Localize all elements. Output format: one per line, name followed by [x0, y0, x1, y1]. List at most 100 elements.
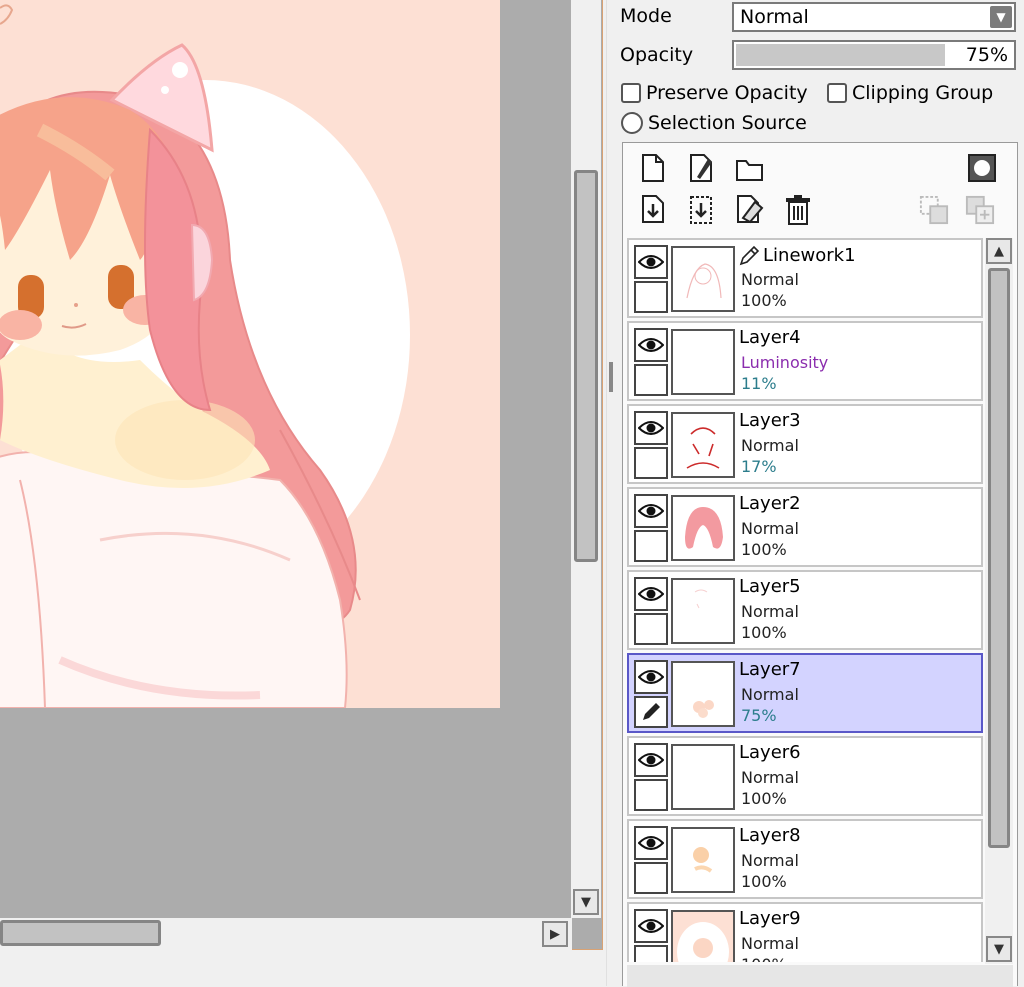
- visibility-toggle[interactable]: [634, 909, 668, 943]
- layer-list-frame: Linework1 Normal 100% Layer4 Luminosity 11% La…: [622, 142, 1018, 987]
- radio-circle[interactable]: [621, 112, 643, 134]
- visibility-toggle[interactable]: [634, 245, 668, 279]
- layer-thumbnail: [671, 910, 735, 962]
- eye-icon: [638, 836, 664, 850]
- clipping-group-checkbox[interactable]: Clipping Group: [827, 82, 993, 104]
- edit-target-toggle[interactable]: [634, 779, 668, 811]
- layer-row[interactable]: Layer9 Normal 100%: [627, 902, 983, 962]
- layer-name: Layer5: [739, 576, 801, 597]
- layer-opacity: 100%: [741, 291, 787, 310]
- layer-list-horizontal-scrollbar[interactable]: [627, 965, 1013, 987]
- canvas-horizontal-scroll-thumb[interactable]: [0, 920, 161, 946]
- layer-name-text: Layer6: [739, 742, 801, 763]
- edit-target-toggle[interactable]: [634, 945, 668, 962]
- edit-target-toggle[interactable]: [634, 447, 668, 479]
- preserve-opacity-label: Preserve Opacity: [646, 82, 808, 104]
- layer-thumbnail: [671, 329, 735, 395]
- layer-row[interactable]: Layer8 Normal 100%: [627, 819, 983, 899]
- scroll-down-button[interactable]: ▼: [986, 936, 1012, 962]
- artwork-canvas[interactable]: [0, 0, 500, 708]
- layer-row[interactable]: Layer6 Normal 100%: [627, 736, 983, 816]
- merge-down-icon[interactable]: [639, 195, 669, 225]
- layer-thumbnail: [671, 744, 735, 810]
- opacity-slider[interactable]: 75%: [732, 40, 1016, 70]
- chevron-down-icon[interactable]: ▼: [990, 6, 1012, 28]
- layer-name-text: Layer9: [739, 908, 801, 929]
- canvas-workspace[interactable]: ▼ ▶: [0, 0, 603, 950]
- layer-list-vertical-scrollbar[interactable]: ▲ ▼: [985, 238, 1013, 964]
- edit-target-toggle[interactable]: [634, 281, 668, 313]
- layer-name: Layer7: [739, 659, 801, 680]
- selection-source-radio[interactable]: Selection Source: [621, 112, 807, 134]
- layer-blend-mode: Normal: [741, 768, 799, 787]
- visibility-toggle[interactable]: [634, 743, 668, 777]
- layer-row[interactable]: Layer3 Normal 17%: [627, 404, 983, 484]
- layer-row[interactable]: Linework1 Normal 100%: [627, 238, 983, 318]
- new-folder-icon[interactable]: [735, 155, 765, 185]
- opacity-value: 75%: [965, 44, 1008, 66]
- pen-icon: [643, 703, 660, 720]
- edit-target-toggle[interactable]: [634, 364, 668, 396]
- arrow-up-icon: ▲: [994, 243, 1004, 259]
- scroll-down-button[interactable]: ▼: [573, 889, 599, 915]
- layer-name-text: Layer8: [739, 825, 801, 846]
- new-layer-icon[interactable]: [638, 153, 668, 183]
- visibility-toggle[interactable]: [634, 328, 668, 362]
- eye-icon: [638, 919, 664, 933]
- layer-name-text: Layer5: [739, 576, 801, 597]
- opacity-slider-fill: [736, 44, 945, 66]
- visibility-toggle[interactable]: [634, 826, 668, 860]
- layer-name: Layer4: [739, 327, 801, 348]
- layer-name-text: Layer2: [739, 493, 801, 514]
- layer-name: Layer8: [739, 825, 801, 846]
- linework-pen-icon: [739, 245, 760, 266]
- layer-row[interactable]: Layer4 Luminosity 11%: [627, 321, 983, 401]
- layer-name-text: Layer4: [739, 327, 801, 348]
- edit-target-toggle[interactable]: [634, 862, 668, 894]
- clipping-group-label: Clipping Group: [852, 82, 994, 104]
- preserve-opacity-checkbox[interactable]: Preserve Opacity: [621, 82, 808, 104]
- clear-layer-icon[interactable]: [735, 195, 765, 225]
- layer-name-text: Layer7: [739, 659, 801, 680]
- edit-target-toggle[interactable]: [634, 613, 668, 645]
- visibility-toggle[interactable]: [634, 577, 668, 611]
- new-linework-layer-icon[interactable]: [687, 153, 717, 183]
- mask-icon[interactable]: [967, 153, 997, 183]
- edit-target-toggle[interactable]: [634, 530, 668, 562]
- layer-thumbnail: [671, 412, 735, 478]
- layer-name: Layer2: [739, 493, 801, 514]
- selection-merge-icon: [919, 195, 949, 225]
- layer-row[interactable]: Layer7 Normal 75%: [627, 653, 983, 733]
- mode-label: Mode: [620, 5, 672, 27]
- visibility-toggle[interactable]: [634, 660, 668, 694]
- scroll-right-button[interactable]: ▶: [542, 921, 568, 947]
- visibility-toggle[interactable]: [634, 494, 668, 528]
- eye-icon: [638, 753, 664, 767]
- checkbox-box[interactable]: [827, 83, 847, 103]
- layer-list-scroll-thumb[interactable]: [988, 268, 1010, 848]
- merge-selection-icon[interactable]: [687, 195, 717, 225]
- artwork-illustration: [0, 4, 410, 708]
- layer-row[interactable]: Layer5 Normal 100%: [627, 570, 983, 650]
- layer-blend-mode: Normal: [741, 436, 799, 455]
- layer-thumbnail: [671, 827, 735, 893]
- edit-target-toggle[interactable]: [634, 696, 668, 728]
- selection-source-label: Selection Source: [648, 112, 807, 134]
- layer-blend-mode: Normal: [741, 602, 799, 621]
- layer-opacity: 100%: [741, 789, 787, 808]
- blend-mode-value: Normal: [740, 6, 809, 28]
- layer-name: Layer6: [739, 742, 801, 763]
- blend-mode-select[interactable]: Normal ▼: [732, 2, 1016, 32]
- canvas-vertical-scroll-thumb[interactable]: [574, 170, 598, 562]
- visibility-toggle[interactable]: [634, 411, 668, 445]
- splitter-grip-icon[interactable]: [609, 362, 613, 392]
- layer-blend-mode: Normal: [741, 519, 799, 538]
- layer-thumbnail: [671, 661, 735, 727]
- checkbox-box[interactable]: [621, 83, 641, 103]
- layer-list[interactable]: Linework1 Normal 100% Layer4 Luminosity 11% La…: [627, 238, 983, 962]
- delete-layer-icon[interactable]: [783, 195, 813, 225]
- layer-name: Linework1: [739, 244, 856, 266]
- scroll-up-button[interactable]: ▲: [986, 238, 1012, 264]
- arrow-down-icon: ▼: [994, 941, 1004, 957]
- layer-row[interactable]: Layer2 Normal 100%: [627, 487, 983, 567]
